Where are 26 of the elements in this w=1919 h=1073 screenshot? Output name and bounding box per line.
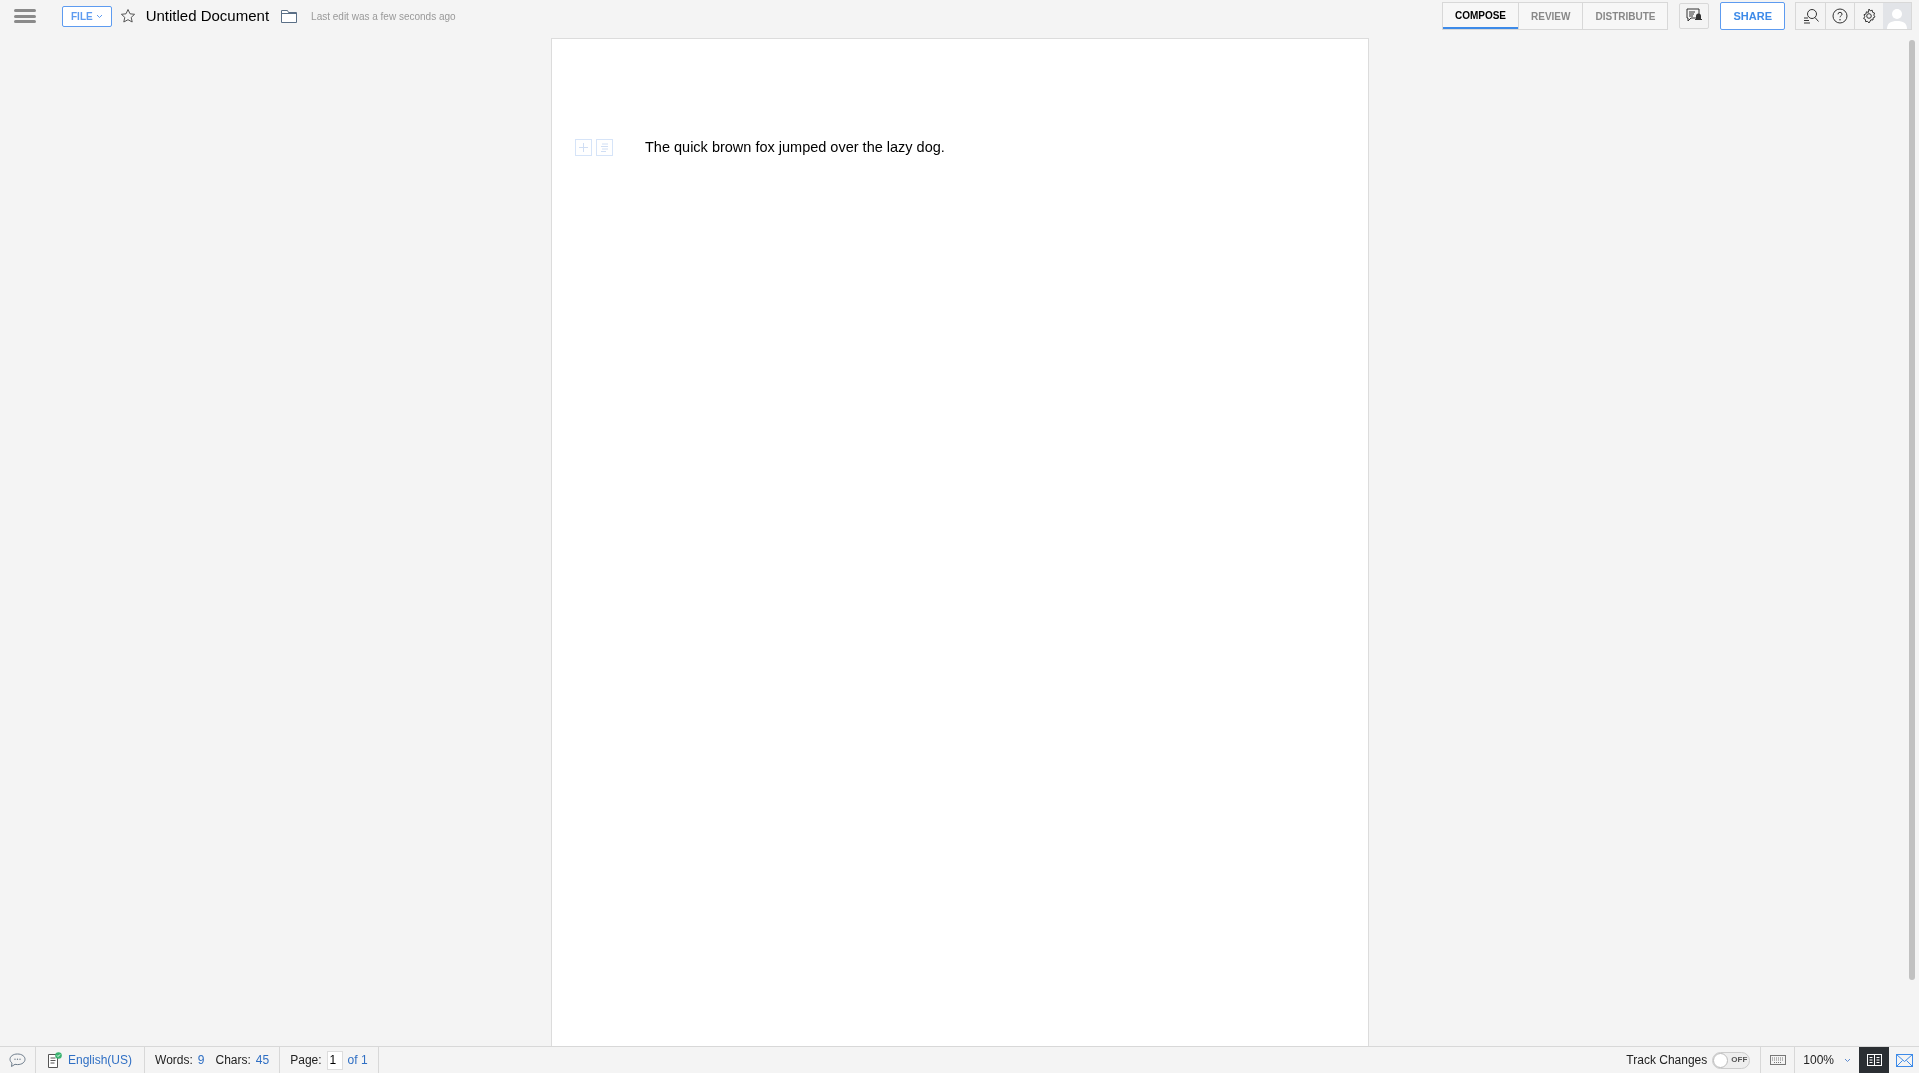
language-link[interactable]: English(US) — [68, 1051, 133, 1069]
zoom-dropdown[interactable]: 100% — [1795, 1047, 1859, 1073]
chars-label: Chars: — [215, 1052, 251, 1069]
word-count: 9 — [197, 1052, 205, 1069]
document-title[interactable]: Untitled Document — [145, 4, 270, 28]
tab[interactable]: COMPOSE — [1442, 3, 1519, 29]
folder-icon[interactable] — [281, 9, 298, 23]
page-total: of 1 — [347, 1052, 368, 1069]
tab[interactable]: DISTRIBUTE — [1582, 3, 1668, 29]
scrollbar-thumb[interactable] — [1909, 40, 1915, 980]
track-changes-label: Track Changes — [1626, 1052, 1708, 1069]
reading-view-icon[interactable] — [1859, 1047, 1889, 1073]
star-icon[interactable] — [119, 8, 136, 24]
char-count: 45 — [255, 1052, 270, 1069]
page-number-field[interactable]: 1 — [326, 1050, 343, 1070]
notification-icon[interactable] — [1679, 3, 1710, 29]
paragraph-text: The quick brown fox jumped over the lazy dog. — [645, 138, 945, 157]
last-edit-status: Last edit was a few seconds ago — [311, 9, 456, 24]
menu-icon[interactable] — [14, 9, 36, 23]
track-changes-toggle[interactable]: OFF — [1712, 1051, 1751, 1069]
words-label: Words: — [155, 1052, 193, 1069]
page-label: Page: — [290, 1052, 322, 1069]
caret-icon — [1844, 1057, 1851, 1063]
spellcheck-icon[interactable] — [48, 1052, 62, 1068]
caret-icon — [95, 13, 103, 19]
share-button[interactable]: SHARE — [1720, 2, 1785, 30]
